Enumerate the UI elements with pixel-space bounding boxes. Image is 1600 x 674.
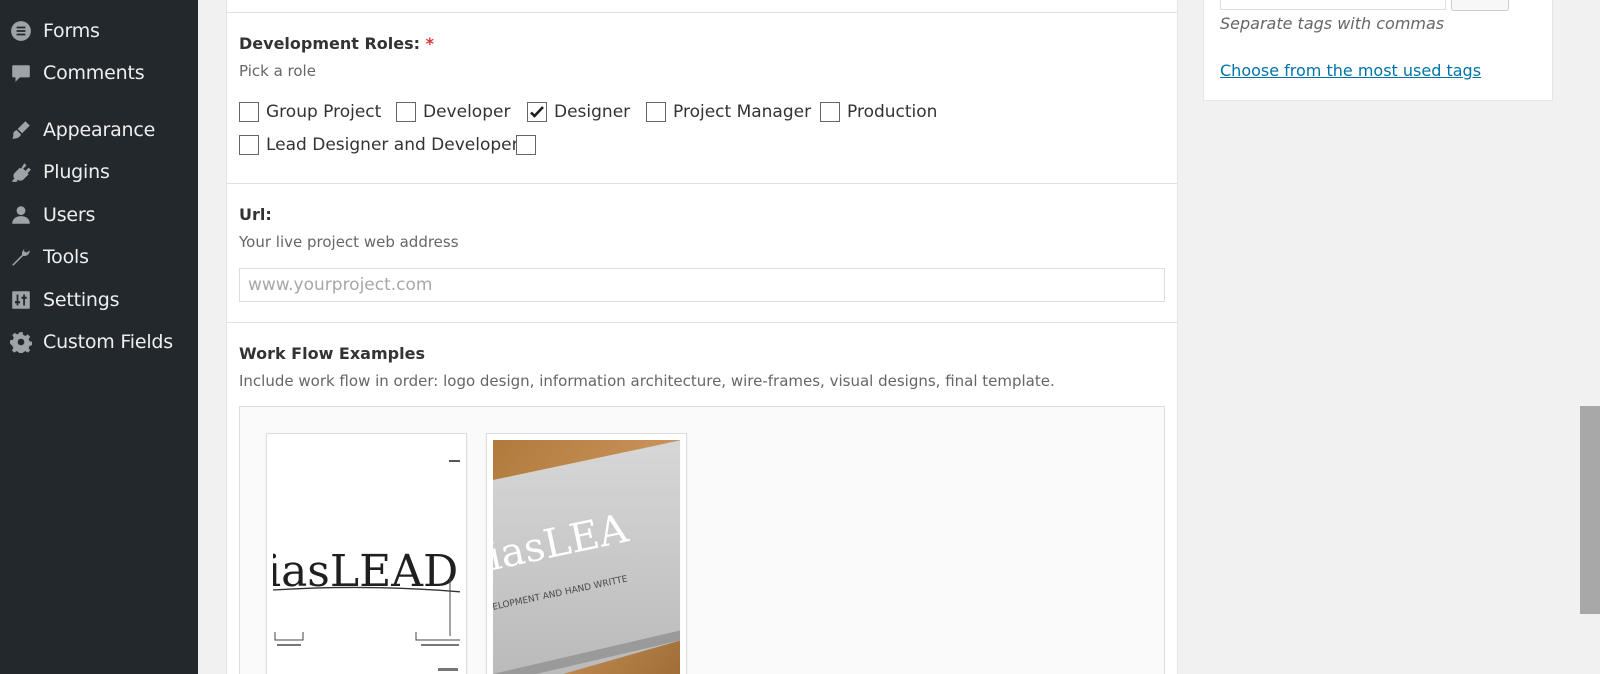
sidebar-item-label: Users bbox=[43, 204, 96, 226]
development-roles-label-text: Development Roles: bbox=[239, 34, 421, 53]
sidebar-item-label: Custom Fields bbox=[43, 331, 173, 353]
checkbox-label: Designer bbox=[554, 102, 631, 122]
section-divider bbox=[227, 12, 1177, 13]
checkbox-label: Production bbox=[847, 102, 938, 122]
sidebar-item-forms[interactable]: Forms bbox=[0, 13, 198, 49]
url-description: Your live project web address bbox=[239, 233, 459, 251]
forms-icon bbox=[9, 19, 33, 43]
checkbox-box[interactable] bbox=[239, 102, 259, 122]
sidebar-item-custom-fields[interactable]: Custom Fields bbox=[0, 324, 198, 360]
required-mark: * bbox=[425, 34, 434, 53]
checkbox-box[interactable] bbox=[527, 102, 547, 122]
sidebar-item-users[interactable]: Users bbox=[0, 197, 198, 233]
users-icon bbox=[9, 203, 33, 227]
settings-icon bbox=[9, 288, 33, 312]
checkbox-box[interactable] bbox=[396, 102, 416, 122]
checkbox-label: Group Project bbox=[266, 102, 382, 122]
add-tag-button[interactable] bbox=[1451, 0, 1509, 11]
checkbox-label: Project Manager bbox=[673, 102, 812, 122]
page-scrollbar[interactable] bbox=[1580, 0, 1600, 674]
role-checkbox-developer[interactable]: Developer bbox=[396, 102, 510, 122]
checkbox-box[interactable] bbox=[820, 102, 840, 122]
business-card-image: iasLEA ELOPMENT AND HAND WRITTE bbox=[493, 440, 680, 674]
checkmark-icon bbox=[530, 106, 544, 118]
custom-fields-icon bbox=[9, 330, 33, 354]
sidebar-item-appearance[interactable]: Appearance bbox=[0, 112, 198, 148]
tags-box: Separate tags with commas Choose from th… bbox=[1203, 0, 1553, 101]
tags-hint: Separate tags with commas bbox=[1220, 14, 1445, 33]
url-label: Url: bbox=[239, 205, 272, 224]
work-flow-gallery: iasLEAD iasLEA ELOPMENT AND HAND WRITTE bbox=[239, 406, 1165, 674]
comments-icon bbox=[9, 61, 33, 85]
gallery-thumbnail-logo-design[interactable]: iasLEAD bbox=[266, 433, 467, 674]
sidebar-item-label: Tools bbox=[43, 246, 89, 268]
plugins-icon bbox=[9, 160, 33, 184]
sidebar-item-plugins[interactable]: Plugins bbox=[0, 154, 198, 190]
project-form-panel: Development Roles: * Pick a role Group P… bbox=[226, 0, 1178, 674]
gallery-thumbnail-business-card[interactable]: iasLEA ELOPMENT AND HAND WRITTE bbox=[486, 433, 687, 674]
scrollbar-thumb[interactable] bbox=[1580, 406, 1600, 614]
sidebar-item-label: Comments bbox=[43, 62, 145, 84]
tag-input[interactable] bbox=[1220, 0, 1446, 10]
work-flow-label: Work Flow Examples bbox=[239, 344, 425, 363]
url-input[interactable] bbox=[239, 268, 1165, 302]
development-roles-description: Pick a role bbox=[239, 62, 316, 80]
sidebar-item-label: Forms bbox=[43, 20, 100, 42]
section-divider bbox=[227, 322, 1177, 323]
sidebar-item-label: Appearance bbox=[43, 119, 156, 141]
tools-icon bbox=[9, 245, 33, 269]
sidebar-item-settings[interactable]: Settings bbox=[0, 282, 198, 318]
most-used-tags-link[interactable]: Choose from the most used tags bbox=[1220, 61, 1481, 80]
role-checkbox-production[interactable]: Production bbox=[820, 102, 937, 122]
checkbox-box[interactable] bbox=[239, 135, 259, 155]
development-roles-label: Development Roles: * bbox=[239, 34, 434, 53]
role-checkbox-designer[interactable]: Designer bbox=[527, 102, 630, 122]
checkbox-box[interactable] bbox=[516, 135, 536, 155]
admin-sidebar: Forms Comments Appearance Plugins Users … bbox=[0, 0, 198, 674]
sidebar-item-comments[interactable]: Comments bbox=[0, 55, 198, 91]
role-checkbox-unlabeled[interactable] bbox=[516, 135, 543, 155]
logo-design-image: iasLEAD bbox=[273, 440, 460, 674]
checkbox-label: Lead Designer and Developer bbox=[266, 135, 519, 155]
role-checkbox-project-manager[interactable]: Project Manager bbox=[646, 102, 811, 122]
sidebar-item-label: Settings bbox=[43, 289, 120, 311]
work-flow-description: Include work flow in order: logo design,… bbox=[239, 372, 1055, 390]
checkbox-label: Developer bbox=[423, 102, 511, 122]
role-checkbox-group-project[interactable]: Group Project bbox=[239, 102, 381, 122]
sidebar-item-tools[interactable]: Tools bbox=[0, 239, 198, 275]
sidebar-item-label: Plugins bbox=[43, 161, 110, 183]
checkbox-box[interactable] bbox=[646, 102, 666, 122]
section-divider bbox=[227, 183, 1177, 184]
role-checkbox-lead-designer-developer[interactable]: Lead Designer and Developer bbox=[239, 135, 519, 155]
appearance-icon bbox=[9, 118, 33, 142]
